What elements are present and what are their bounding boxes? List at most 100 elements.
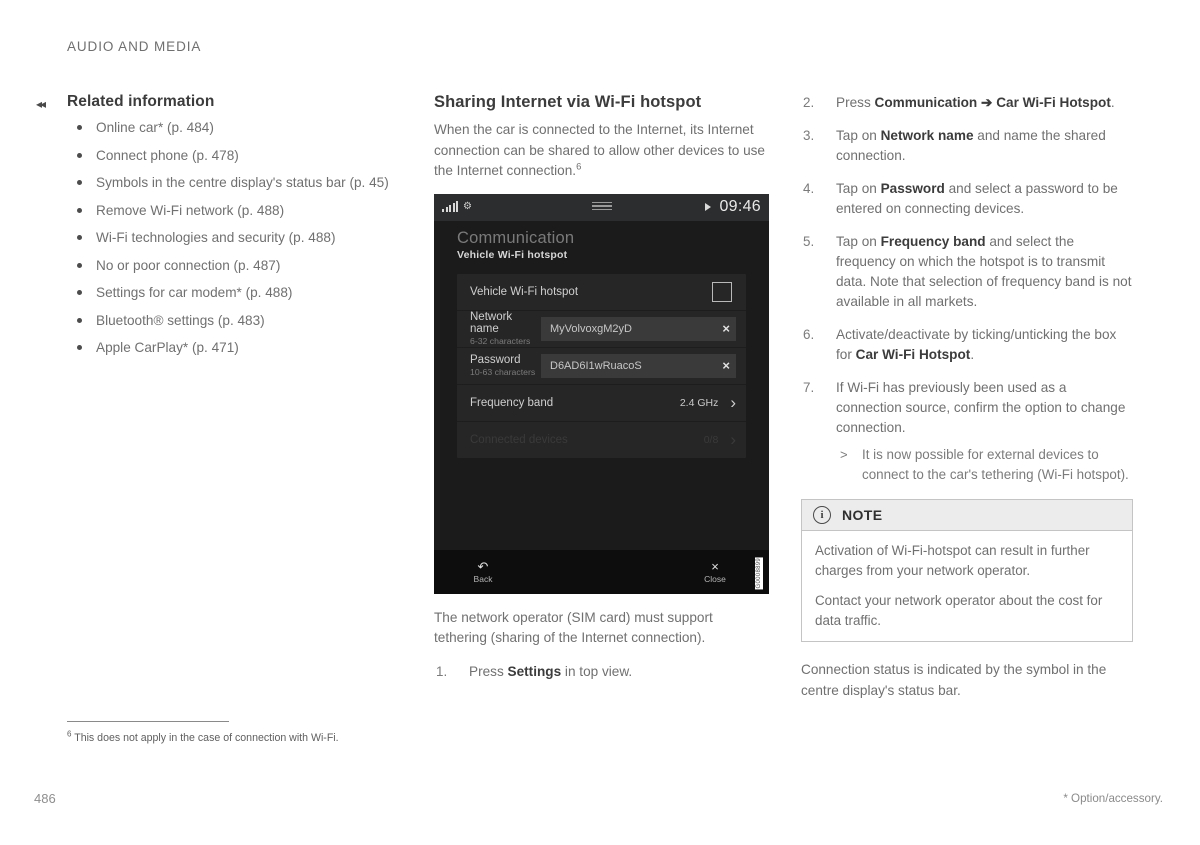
option-accessory-note: * Option/accessory. <box>1063 792 1163 805</box>
list-item[interactable]: Online car* (p. 484) <box>67 118 402 138</box>
play-triangle-icon[interactable] <box>705 203 712 211</box>
display-status-bar: ⚙ 09:46 <box>434 193 769 221</box>
chevron-right-icon: › <box>730 430 736 449</box>
vehicle-wifi-hotspot-checkbox[interactable] <box>712 281 732 302</box>
list-item-label: Settings for car modem* (p. 488) <box>96 285 293 300</box>
network-name-value: MyVolvoxgM2yD <box>550 322 632 335</box>
step-number: 1. <box>436 663 448 679</box>
list-item[interactable]: Settings for car modem* (p. 488) <box>67 283 402 303</box>
step-item: 7. If Wi-Fi has previously been used as … <box>801 378 1133 485</box>
info-icon: i <box>813 506 831 524</box>
step-item: 3. Tap on Network name and name the shar… <box>801 126 1133 166</box>
list-item[interactable]: No or poor connection (p. 487) <box>67 256 402 276</box>
step-text-pre: Press <box>469 663 508 679</box>
row-label-text: Network name <box>470 311 513 335</box>
list-item[interactable]: Wi-Fi technologies and security (p. 488) <box>67 228 402 248</box>
step-seg-bold: Frequency band <box>880 234 986 249</box>
left-column: ◂◂ Related information Online car* (p. 4… <box>36 93 402 366</box>
subresult-text: It is now possible for external devices … <box>862 447 1129 482</box>
row-vehicle-wifi-hotspot[interactable]: Vehicle Wi-Fi hotspot <box>457 274 746 311</box>
network-name-input[interactable]: MyVolvoxgM2yD × <box>541 316 736 341</box>
list-item-label: Symbols in the centre display's status b… <box>96 175 389 190</box>
display-subtitle: Vehicle Wi-Fi hotspot <box>457 248 568 261</box>
step-seg: . <box>1110 95 1115 110</box>
footnote-number: 6 <box>67 729 72 739</box>
row-network-name[interactable]: Network name 6-32 characters MyVolvoxgM2… <box>457 311 746 348</box>
step-item: 5. Tap on Frequency band and select the … <box>801 232 1133 312</box>
related-information-list: Online car* (p. 484) Connect phone (p. 4… <box>67 118 402 358</box>
steps-list-part1: 1. Press Settings in top view. <box>434 662 769 682</box>
related-information-title: Related information <box>67 93 215 110</box>
list-item[interactable]: Symbols in the centre display's status b… <box>67 173 402 193</box>
back-button[interactable]: ↶ Back <box>459 560 507 584</box>
display-bottom-bar: ↶ Back × Close G0008899 <box>434 549 769 594</box>
footnote-divider <box>67 721 229 722</box>
step-seg: Tap on <box>836 234 881 249</box>
step-seg-bold: Network name <box>880 128 974 143</box>
section-title: Sharing Internet via Wi-Fi hotspot <box>434 93 702 111</box>
right-column: 2. Press Communication ➔ Car Wi-Fi Hotsp… <box>801 93 1133 713</box>
step-number: 7. <box>803 380 815 395</box>
note-box-header: i NOTE <box>802 500 1132 531</box>
note-title: NOTE <box>842 507 883 523</box>
step-text-bold: Settings <box>507 663 562 679</box>
clear-icon[interactable]: × <box>722 359 730 372</box>
step-seg-bold: Car Wi-Fi Hotspot <box>855 347 971 362</box>
centre-display-screenshot: ⚙ 09:46 Communication Vehicle Wi-Fi hots… <box>434 193 769 594</box>
list-item[interactable]: Bluetooth® settings (p. 483) <box>67 311 402 331</box>
step-seg: . <box>970 347 975 362</box>
close-icon: × <box>711 558 719 574</box>
close-button[interactable]: × Close <box>691 560 739 584</box>
clear-icon[interactable]: × <box>722 322 730 335</box>
footnote-marker: 6 <box>576 161 582 173</box>
row-label-text: Password <box>470 354 521 366</box>
step-number: 2. <box>803 95 815 110</box>
list-item-label: Connect phone (p. 478) <box>96 147 239 163</box>
row-label: Network name 6-32 characters <box>470 311 541 346</box>
step-text: If Wi-Fi has previously been used as a c… <box>836 380 1125 435</box>
step-text: Press Communication ➔ Car Wi-Fi Hotspot. <box>836 95 1115 110</box>
step-seg-bold: Car Wi-Fi Hotspot <box>996 95 1111 110</box>
display-title: Communication <box>457 228 575 247</box>
note-box-body: Activation of Wi-Fi-hotspot can result i… <box>802 531 1132 641</box>
note-box: i NOTE Activation of Wi-Fi-hotspot can r… <box>801 499 1133 642</box>
arrow-glyph: ➔ <box>977 95 997 110</box>
step-text: Tap on Network name and name the shared … <box>836 128 1106 163</box>
note-paragraph: Contact your network operator about the … <box>815 593 1103 628</box>
note-paragraph: Activation of Wi-Fi-hotspot can result i… <box>815 543 1090 578</box>
step-seg: Tap on <box>836 181 881 196</box>
subresult-item: It is now possible for external devices … <box>836 445 1133 485</box>
bluetooth-icon: ⚙ <box>463 201 472 212</box>
running-head: AUDIO AND MEDIA <box>67 39 202 54</box>
list-item[interactable]: Remove Wi-Fi network (p. 488) <box>67 201 402 221</box>
steps-list-part2: 2. Press Communication ➔ Car Wi-Fi Hotsp… <box>801 93 1133 485</box>
display-clock: 09:46 <box>719 198 761 215</box>
password-input[interactable]: D6AD6I1wRuacoS × <box>541 353 736 378</box>
chevron-right-icon[interactable]: › <box>730 394 736 411</box>
step-seg-bold: Communication <box>874 95 978 110</box>
manual-page: AUDIO AND MEDIA ◂◂ Related information O… <box>0 0 1200 845</box>
page-number: 486 <box>34 791 56 806</box>
row-sublabel: 10-63 characters <box>470 367 536 377</box>
step-text: Tap on Password and select a password to… <box>836 181 1118 216</box>
closing-paragraph: Connection status is indicated by the sy… <box>801 662 1107 698</box>
row-password[interactable]: Password 10-63 characters D6AD6I1wRuacoS… <box>457 348 746 385</box>
drag-handle-icon[interactable] <box>591 201 612 213</box>
step-subresult-list: It is now possible for external devices … <box>836 445 1133 485</box>
row-frequency-band[interactable]: Frequency band 2.4 GHz › <box>457 385 746 422</box>
figure-caption: The network operator (SIM card) must sup… <box>434 609 713 645</box>
frequency-band-value: 2.4 GHz <box>679 396 719 409</box>
list-item[interactable]: Connect phone (p. 478) <box>67 146 402 166</box>
list-item-label: No or poor connection (p. 487) <box>96 257 281 273</box>
step-item: 6. Activate/deactivate by ticking/untick… <box>801 325 1133 365</box>
step-number: 4. <box>803 181 815 196</box>
list-item[interactable]: Apple CarPlay* (p. 471) <box>67 338 402 358</box>
footnote-text: This does not apply in the case of conne… <box>74 732 339 744</box>
list-item-label: Remove Wi-Fi network (p. 488) <box>96 202 285 218</box>
close-button-label: Close <box>704 573 726 584</box>
double-left-arrow-icon: ◂◂ <box>36 97 46 111</box>
step-item: 2. Press Communication ➔ Car Wi-Fi Hotsp… <box>801 93 1133 113</box>
row-sublabel: 6-32 characters <box>470 336 531 346</box>
step-seg: If Wi-Fi has previously been used as a c… <box>836 380 1126 435</box>
step-number: 6. <box>803 327 815 342</box>
